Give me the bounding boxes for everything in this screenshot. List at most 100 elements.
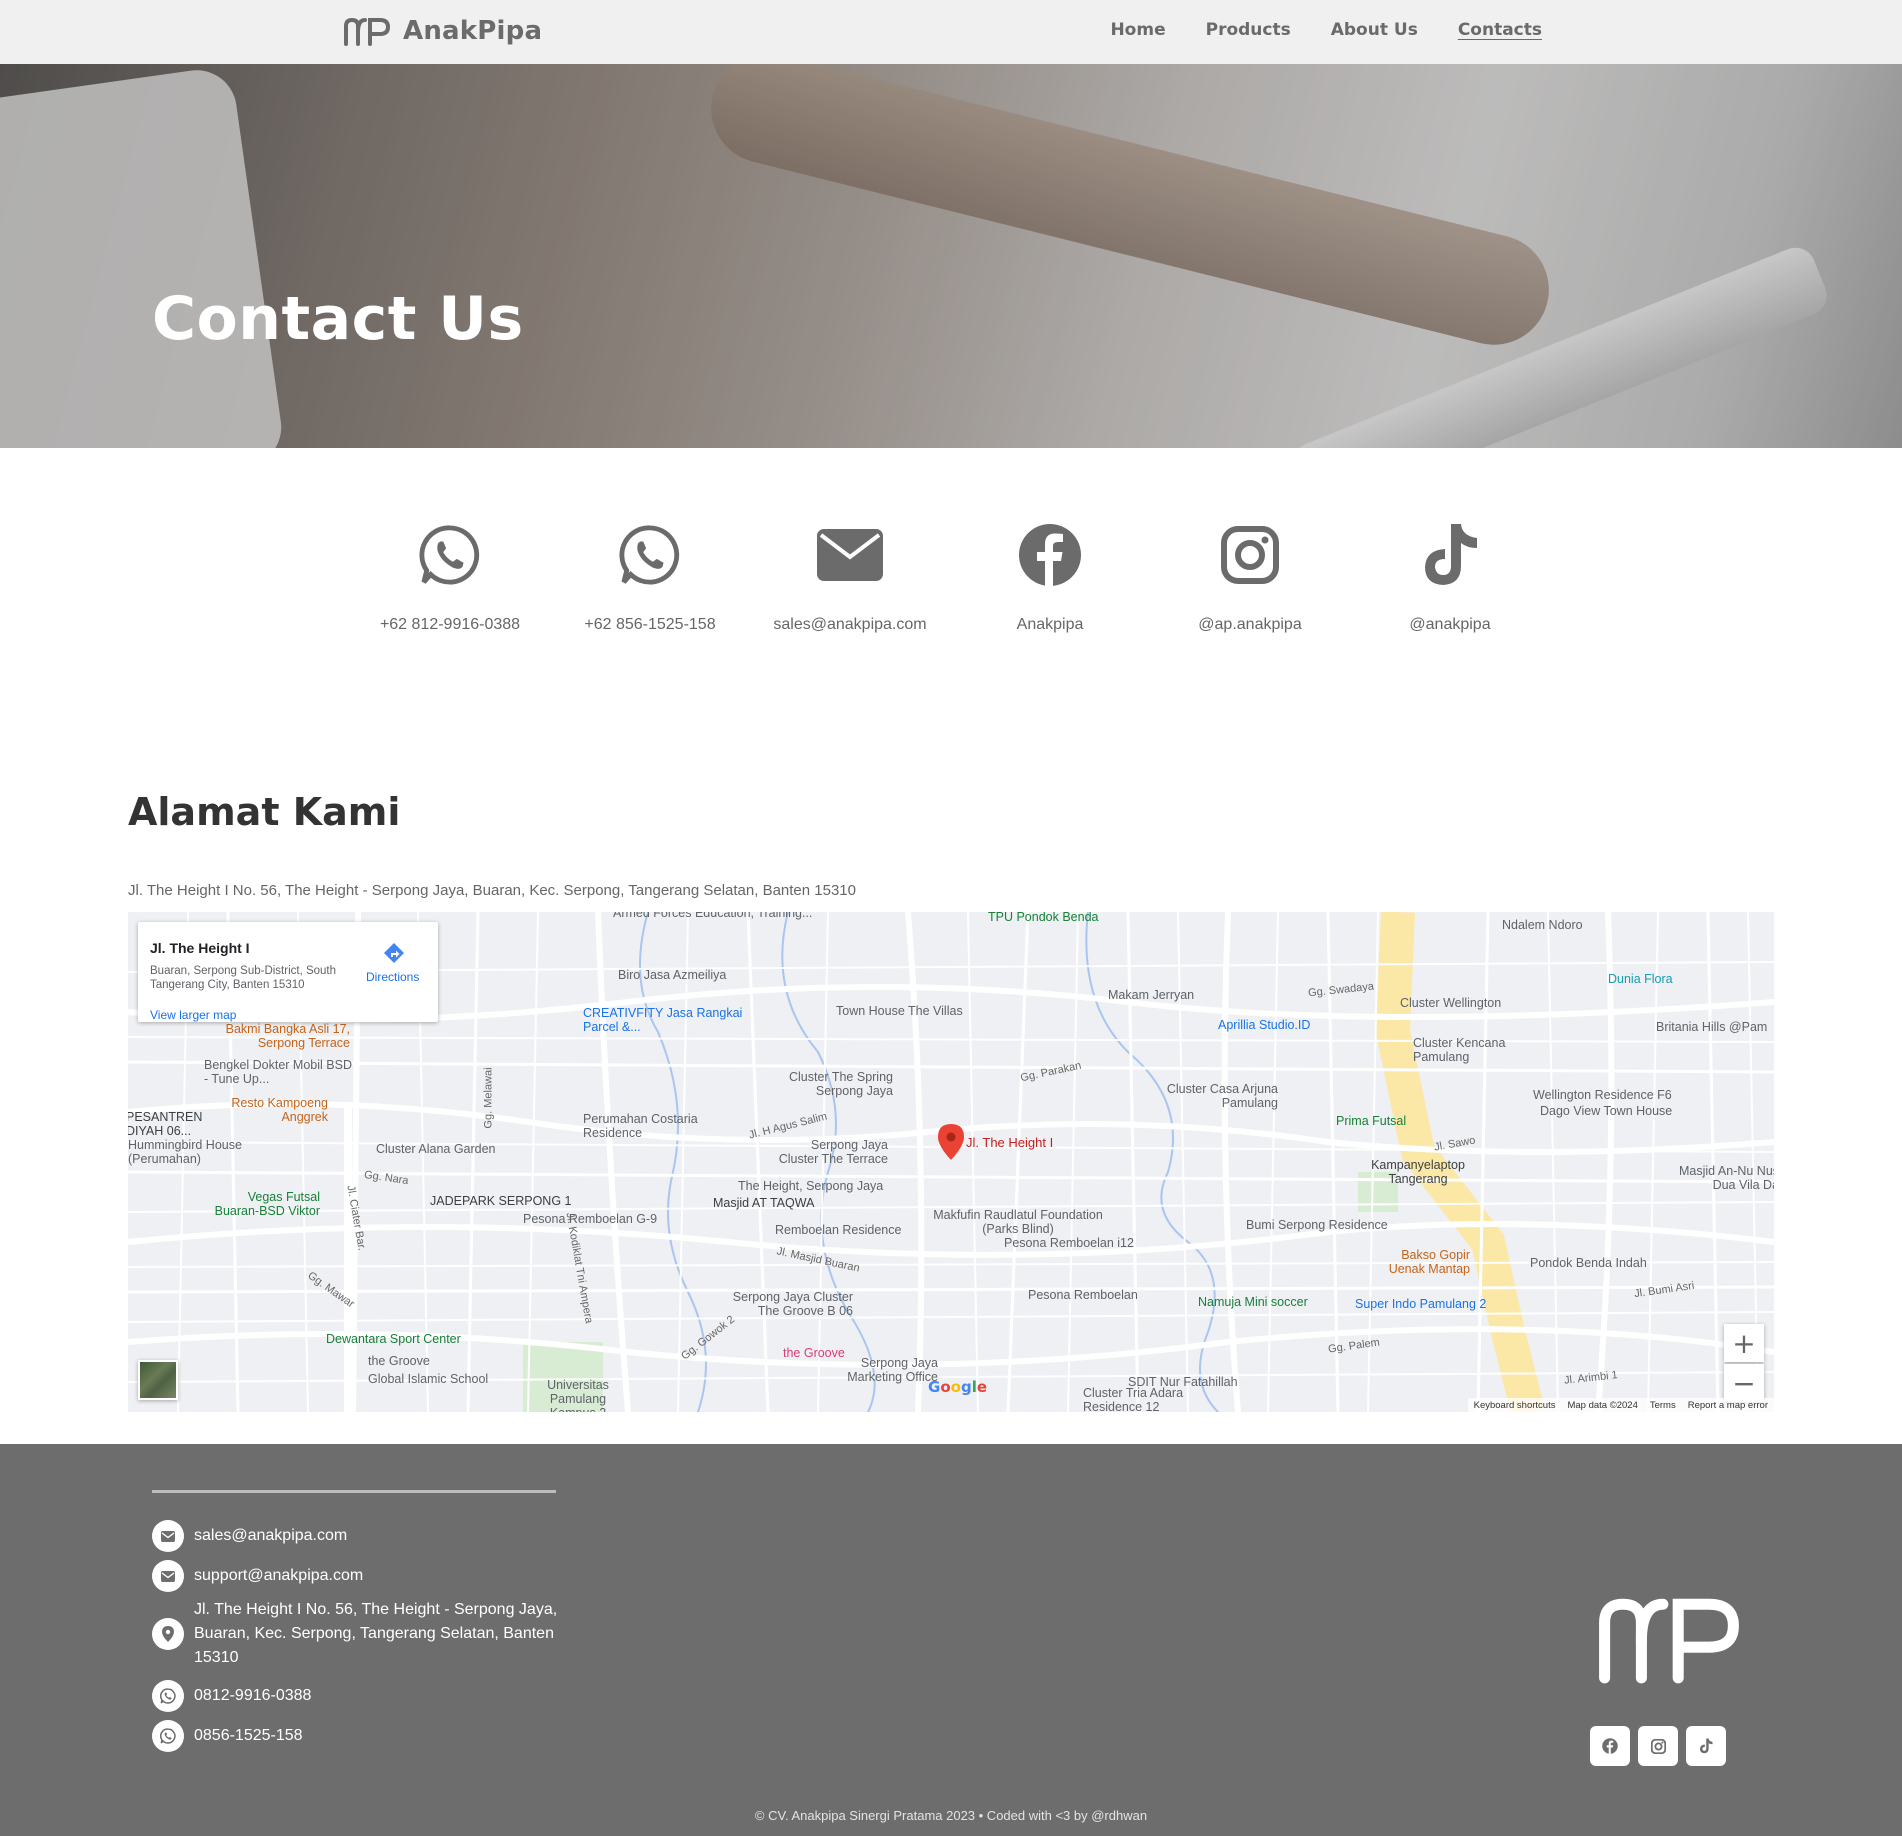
report-map-error-link[interactable]: Report a map error (1688, 1400, 1768, 1411)
contact-label: Anakpipa (1016, 616, 1084, 633)
footer-email-support[interactable]: support@anakpipa.com (152, 1560, 363, 1592)
contact-label: +62 812-9916-0388 (379, 616, 521, 633)
map-place[interactable]: JADEPARK SERPONG 1 (430, 1194, 571, 1208)
footer-tiktok-button[interactable] (1686, 1726, 1726, 1766)
copyright-text: © CV. Anakpipa Sinergi Pratama 2023 • Co… (754, 1808, 1148, 1823)
contact-tiktok[interactable]: @anakpipa (1350, 520, 1550, 634)
map-place[interactable]: Bakso Gopir Uenak Mantap (1370, 1248, 1470, 1276)
zoom-in-button[interactable]: + (1724, 1324, 1764, 1362)
footer-phone-text: 0812-9916-0388 (194, 1687, 312, 1704)
map-place[interactable]: Prima Futsal (1336, 1114, 1406, 1128)
map-place[interactable]: Universitas Pamulang Kampus 2 (533, 1378, 623, 1412)
zoom-out-button[interactable]: − (1724, 1364, 1764, 1402)
footer-instagram-button[interactable] (1638, 1726, 1678, 1766)
map-place[interactable]: Perumahan Costaria Residence (583, 1112, 723, 1140)
facebook-icon (1015, 520, 1085, 590)
anakpipa-logo-icon (344, 17, 391, 46)
contact-whatsapp-1[interactable]: +62 812-9916-0388 (350, 520, 550, 634)
map-place[interactable]: Britania Hills @Pam (1656, 1020, 1767, 1034)
directions-icon[interactable] (383, 942, 405, 964)
map-place[interactable]: Remboelan Residence (775, 1223, 901, 1237)
directions-link[interactable]: Directions (366, 970, 419, 984)
map-place[interactable]: Bengkel Dokter Mobil BSD - Tune Up... (204, 1058, 354, 1086)
map-place[interactable]: Dunia Flora (1608, 972, 1673, 986)
map-place[interactable]: Global Islamic School (368, 1372, 488, 1386)
map-place[interactable]: PESANTREN DIYAH 06... (128, 1110, 206, 1138)
contact-icons: +62 812-9916-0388 +62 856-1525-158 sales… (350, 520, 1550, 634)
map-place[interactable]: Masjid An-Nu Nusa Dua Vila Dag (1656, 1164, 1774, 1192)
map-place[interactable]: Aprillia Studio.ID (1218, 1018, 1310, 1032)
nav-home[interactable]: Home (1110, 20, 1165, 40)
map-place[interactable]: the Groove (368, 1354, 430, 1368)
map-place[interactable]: Serpong Jaya Cluster The Groove B 06 (723, 1290, 853, 1318)
map-place[interactable]: Pondok Benda Indah (1530, 1256, 1647, 1270)
map-marker-icon[interactable] (938, 1124, 964, 1160)
nav-contacts[interactable]: Contacts (1458, 20, 1542, 40)
contact-instagram[interactable]: @ap.anakpipa (1150, 520, 1350, 634)
map-place[interactable]: Serpong Jaya Cluster The Terrace (768, 1138, 888, 1166)
map-place[interactable]: Pesona Remboelan (1028, 1288, 1138, 1302)
embedded-map[interactable]: Armed Forces Education, Training... TPU … (128, 912, 1774, 1412)
terms-link[interactable]: Terms (1650, 1400, 1676, 1411)
map-footer: Keyboard shortcuts Map data ©2024 Terms … (1467, 1398, 1774, 1412)
map-place[interactable]: The Height, Serpong Jaya (738, 1179, 883, 1193)
map-place[interactable]: Masjid AT TAQWA (713, 1196, 814, 1210)
map-place[interactable]: CREATIVFITY Jasa Rangkai Parcel &... (583, 1006, 743, 1034)
footer-facebook-button[interactable] (1590, 1726, 1630, 1766)
map-place[interactable]: Ndalem Ndoro (1502, 918, 1583, 932)
map-place[interactable]: Super Indo Pamulang 2 (1355, 1297, 1486, 1311)
map-place[interactable]: Serpong Jaya Marketing Office (828, 1356, 938, 1384)
contact-email[interactable]: sales@anakpipa.com (750, 520, 950, 634)
map-place[interactable]: Armed Forces Education, Training... (613, 912, 812, 920)
map-place[interactable]: Cluster Tria Adara Residence 12 (1083, 1386, 1213, 1412)
map-place[interactable]: Cluster Kencana Pamulang (1413, 1036, 1523, 1064)
map-marker-label[interactable]: Jl. The Height I (966, 1136, 1053, 1150)
anakpipa-logo-icon (1599, 1598, 1739, 1684)
keyboard-shortcuts-link[interactable]: Keyboard shortcuts (1474, 1400, 1556, 1411)
map-place[interactable]: Vegas Futsal Buaran-BSD Viktor (200, 1190, 320, 1218)
map-place[interactable]: Hummingbird House (Perumahan) (128, 1138, 268, 1166)
brand-name: AnakPipa (403, 16, 543, 46)
brand[interactable]: AnakPipa (343, 16, 542, 46)
nav-products[interactable]: Products (1206, 20, 1291, 40)
map-place[interactable]: Resto Kampoeng Anggrek (218, 1096, 328, 1124)
map-place[interactable]: Town House The Villas (836, 1004, 963, 1018)
map-place[interactable]: Cluster The Spring Serpong Jaya (773, 1070, 893, 1098)
contact-whatsapp-2[interactable]: +62 856-1525-158 (550, 520, 750, 634)
footer-phone-1[interactable]: 0812-9916-0388 (152, 1680, 311, 1712)
map-place[interactable]: Bumi Serpong Residence (1246, 1218, 1388, 1232)
nav-about-us[interactable]: About Us (1331, 20, 1418, 40)
map-place[interactable]: Namuja Mini soccer (1198, 1295, 1308, 1309)
envelope-icon (152, 1520, 184, 1552)
map-place[interactable]: Biro Jasa Azmeiliya (618, 968, 726, 982)
map-place[interactable]: Cluster Alana Garden (376, 1142, 496, 1156)
contact-label: sales@anakpipa.com (773, 616, 927, 633)
map-place[interactable]: Dago View Town House (1540, 1104, 1672, 1118)
map-place[interactable]: Pesona Remboelan G-9 (523, 1212, 657, 1226)
facebook-icon (1602, 1738, 1618, 1754)
hero-banner: Contact Us (0, 64, 1902, 448)
map-place[interactable]: Bakmi Bangka Asli 17, Serpong Terrace (220, 1022, 350, 1050)
map-info-card: Jl. The Height I Buaran, Serpong Sub-Dis… (138, 922, 438, 1022)
map-place[interactable]: Cluster Casa Arjuna Pamulang (1158, 1082, 1278, 1110)
satellite-toggle[interactable] (138, 1360, 178, 1400)
contact-label: @anakpipa (1409, 616, 1491, 633)
whatsapp-icon (152, 1680, 184, 1712)
map-place[interactable]: Pesona Remboelan i12 (1004, 1236, 1134, 1250)
map-place[interactable]: Dewantara Sport Center (326, 1332, 461, 1346)
map-place[interactable]: Kampanyelaptop Tangerang (1358, 1158, 1478, 1186)
map-place[interactable]: Makam Jerryan (1108, 988, 1194, 1002)
map-place[interactable]: Makfufin Raudlatul Foundation (Parks Bli… (928, 1208, 1108, 1236)
footer-email-sales[interactable]: sales@anakpipa.com (152, 1520, 347, 1552)
footer-phone-2[interactable]: 0856-1525-158 (152, 1720, 303, 1752)
view-larger-map-link[interactable]: View larger map (150, 1008, 236, 1022)
footer-email-text: sales@anakpipa.com (194, 1527, 348, 1544)
whatsapp-icon (415, 520, 485, 590)
whatsapp-icon (615, 520, 685, 590)
contact-facebook[interactable]: Anakpipa (950, 520, 1150, 634)
instagram-icon (1650, 1738, 1666, 1754)
map-pin-icon (152, 1618, 184, 1650)
map-place[interactable]: Wellington Residence F6 (1533, 1088, 1672, 1102)
map-place[interactable]: TPU Pondok Benda (988, 912, 1099, 924)
map-place[interactable]: Cluster Wellington (1400, 996, 1501, 1010)
